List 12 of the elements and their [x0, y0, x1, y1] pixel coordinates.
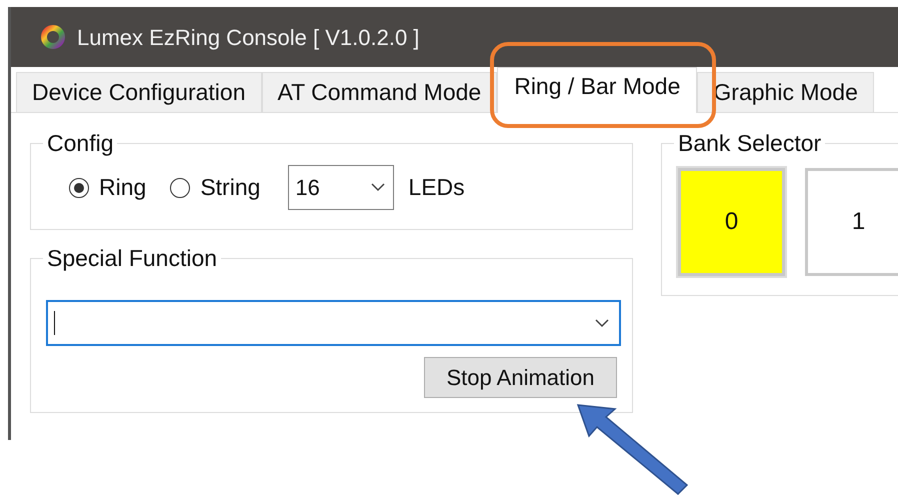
radio-option[interactable]: Ring [69, 170, 146, 205]
led-unit-label: LEDs [408, 173, 465, 202]
radio-option[interactable]: String [170, 170, 260, 205]
tab[interactable]: Graphic Mode [697, 72, 874, 112]
bank-button[interactable]: 1 [805, 168, 898, 276]
tab[interactable]: Device Configuration [16, 72, 262, 112]
tab[interactable]: AT Command Mode [262, 72, 498, 112]
stop-animation-button[interactable]: Stop Animation [424, 357, 617, 398]
bank-button[interactable]: 0 [678, 168, 785, 276]
window-title: Lumex EzRing Console [ V1.0.2.0 ] [77, 24, 420, 52]
led-count-dropdown[interactable]: 16 [288, 165, 394, 210]
tab[interactable]: Ring / Bar Mode [497, 67, 698, 113]
